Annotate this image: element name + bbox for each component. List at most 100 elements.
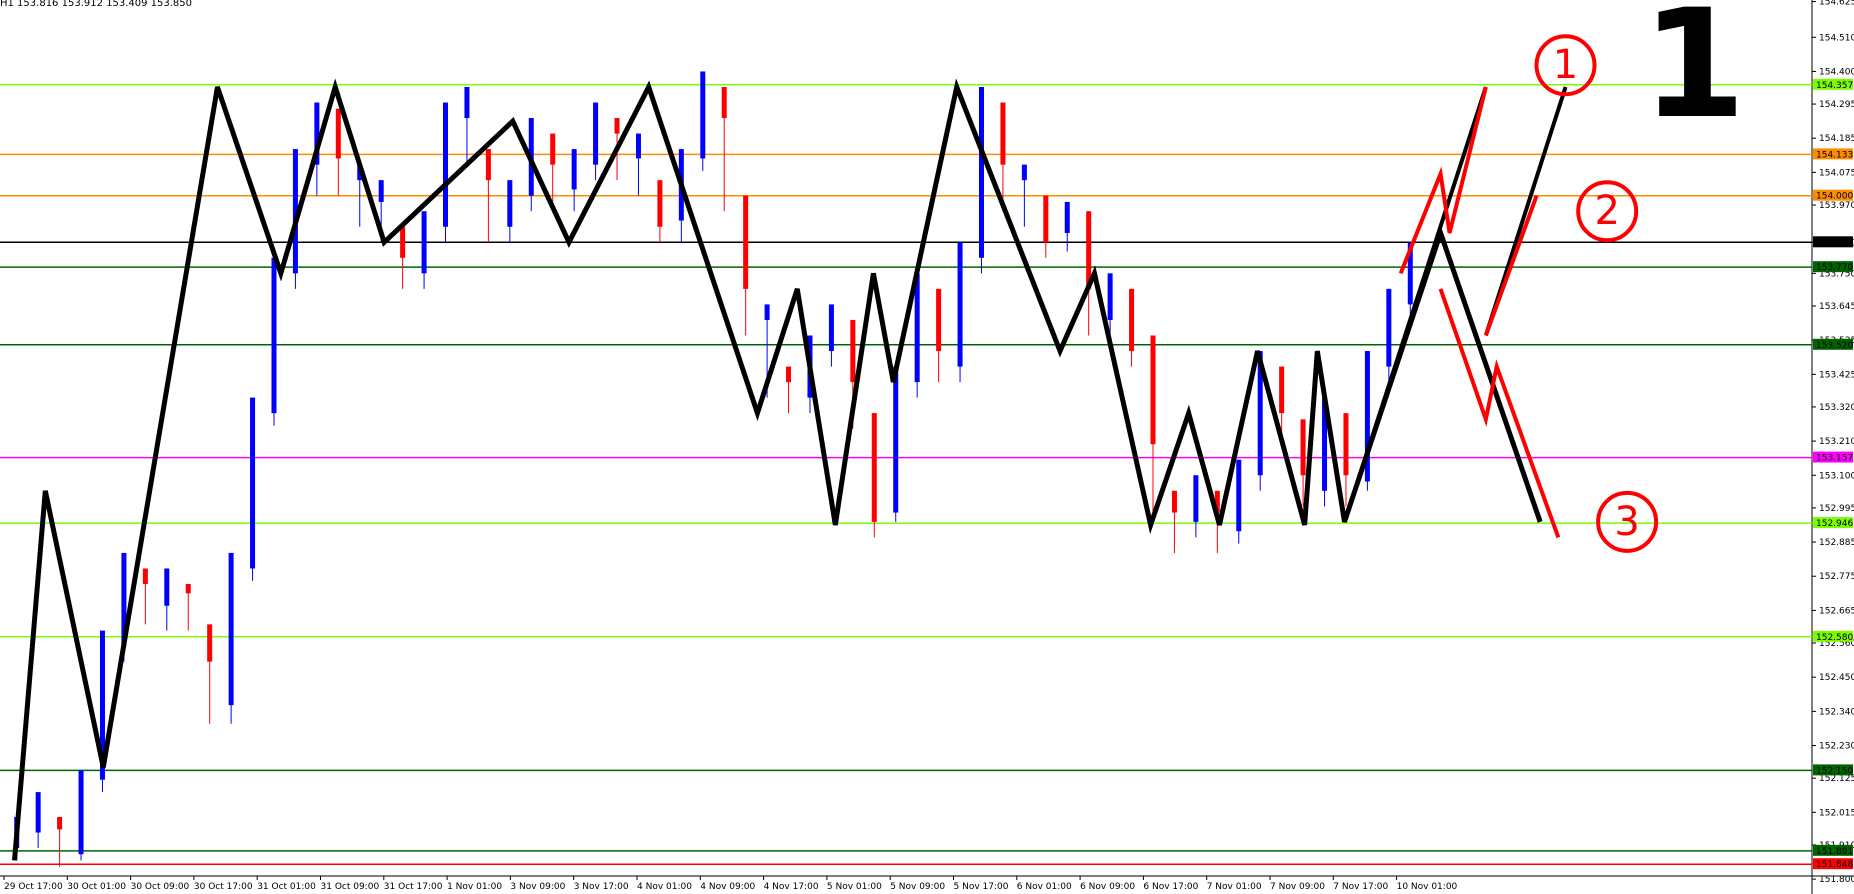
annotation-label: 1 — [1553, 42, 1578, 88]
candle-body — [378, 180, 384, 202]
candle-body — [1021, 164, 1027, 181]
candle-body — [828, 304, 834, 352]
candle-body — [421, 211, 427, 274]
price-tick-label: 154.510 — [1819, 33, 1854, 43]
candle-body — [1129, 288, 1135, 352]
candle-body — [1279, 366, 1285, 414]
price-tick-label: 154.185 — [1819, 134, 1854, 144]
candle-body — [35, 792, 41, 833]
time-tick-label: 5 Nov 17:00 — [954, 882, 1009, 892]
level-label: 152.150 — [1816, 766, 1853, 776]
candle-body — [850, 319, 856, 383]
time-tick-label: 6 Nov 17:00 — [1143, 882, 1198, 892]
candle-body — [1193, 475, 1199, 522]
candle-body — [978, 86, 984, 258]
candle-body — [1000, 102, 1006, 165]
price-tick-label: 152.665 — [1819, 606, 1854, 616]
candle-body — [743, 195, 749, 289]
candle-body — [871, 413, 877, 522]
candle-body — [464, 86, 470, 119]
price-chart[interactable]: 154.625 154.510 154.400 154.295 154.185 154.0… — [0, 0, 1854, 894]
price-tick-label: 153.970 — [1819, 201, 1854, 211]
candle-body — [1236, 459, 1242, 532]
time-tick-label: 6 Nov 01:00 — [1017, 882, 1072, 892]
chart-label-one: 1 — [1641, 0, 1746, 152]
price-tick-label: 154.400 — [1819, 67, 1854, 77]
candle-body — [507, 180, 513, 227]
candle-body — [593, 102, 599, 165]
candle-body — [335, 108, 341, 159]
level-label: 151.848 — [1816, 860, 1853, 870]
price-tick-label: 153.100 — [1819, 471, 1854, 481]
candle-body — [228, 552, 234, 706]
time-tick-label: 4 Nov 17:00 — [764, 882, 819, 892]
level-label: 153.520 — [1816, 341, 1853, 351]
candle-body — [57, 816, 63, 830]
price-tick-label: 152.015 — [1819, 808, 1854, 818]
candle-body — [571, 149, 577, 190]
price-tick-label: 152.230 — [1819, 742, 1854, 752]
candle-body — [657, 180, 663, 227]
candle-body — [635, 133, 641, 159]
projection-line-red — [1438, 288, 1561, 539]
level-label: 153.770 — [1816, 263, 1853, 273]
price-tick-label: 151.800 — [1819, 875, 1854, 885]
candle-body — [207, 624, 213, 662]
level-label: 152.580 — [1816, 633, 1853, 643]
time-tick-label: 1 Nov 01:00 — [447, 882, 502, 892]
annotation-label: 3 — [1614, 499, 1639, 545]
price-tick-label: 153.210 — [1819, 437, 1854, 447]
candle-body — [764, 304, 770, 320]
candle-body — [1386, 288, 1392, 367]
price-tick-label: 152.995 — [1819, 504, 1854, 514]
time-tick-label: 3 Nov 09:00 — [510, 882, 565, 892]
time-tick-label: 5 Nov 09:00 — [890, 882, 945, 892]
candle-body — [957, 242, 963, 367]
candle-body — [185, 584, 191, 594]
candle-body — [1043, 195, 1049, 243]
candle-body — [786, 366, 792, 383]
time-tick-label: 10 Nov 01:00 — [1397, 882, 1458, 892]
candle-body — [700, 71, 706, 159]
chart-area[interactable]: 154.625 154.510 154.400 154.295 154.185 154.0… — [0, 0, 1854, 894]
price-tick-label: 152.340 — [1819, 707, 1854, 717]
candle-body — [250, 397, 256, 569]
level-label: 151.891 — [1816, 847, 1853, 857]
ohlc-readout: H1 153.816 153.912 153.409 153.850 — [0, 0, 193, 9]
time-tick-label: 31 Oct 01:00 — [257, 882, 316, 892]
candle-body — [1064, 201, 1070, 233]
time-tick-label: 7 Nov 17:00 — [1333, 882, 1388, 892]
candle-body — [1107, 273, 1113, 320]
level-label: 154.000 — [1816, 192, 1853, 202]
candle-body — [400, 226, 406, 258]
candle-body — [721, 86, 727, 119]
candle-body — [443, 102, 449, 227]
zigzag-line — [12, 78, 1543, 861]
candle-body — [893, 366, 899, 513]
candle-body — [1150, 335, 1156, 445]
projection-line-red — [1483, 195, 1539, 337]
candle-body — [550, 133, 556, 165]
price-tick-label: 154.295 — [1819, 100, 1854, 110]
time-tick-label: 4 Nov 09:00 — [700, 882, 755, 892]
level-label: 153.850 — [1816, 238, 1853, 248]
time-tick-label: 3 Nov 17:00 — [574, 882, 629, 892]
price-tick-label: 152.450 — [1819, 673, 1854, 683]
time-tick-label: 29 Oct 17:00 — [4, 882, 63, 892]
price-tick-label: 154.075 — [1819, 168, 1854, 178]
candle-body — [164, 568, 170, 606]
time-tick-label: 7 Nov 01:00 — [1207, 882, 1262, 892]
candle-body — [614, 118, 620, 134]
time-tick-label: 30 Oct 09:00 — [131, 882, 190, 892]
candle-body — [485, 149, 491, 181]
time-tick-label: 5 Nov 01:00 — [827, 882, 882, 892]
price-tick-label: 154.625 — [1819, 0, 1854, 8]
time-tick-label: 31 Oct 17:00 — [384, 882, 443, 892]
time-tick-label: 31 Oct 09:00 — [321, 882, 380, 892]
candle-body — [142, 568, 148, 584]
price-tick-label: 152.775 — [1819, 572, 1854, 582]
price-tick-label: 152.885 — [1819, 538, 1854, 548]
candle-body — [78, 770, 84, 855]
candle-body — [1171, 490, 1177, 513]
time-tick-label: 30 Oct 01:00 — [67, 882, 126, 892]
